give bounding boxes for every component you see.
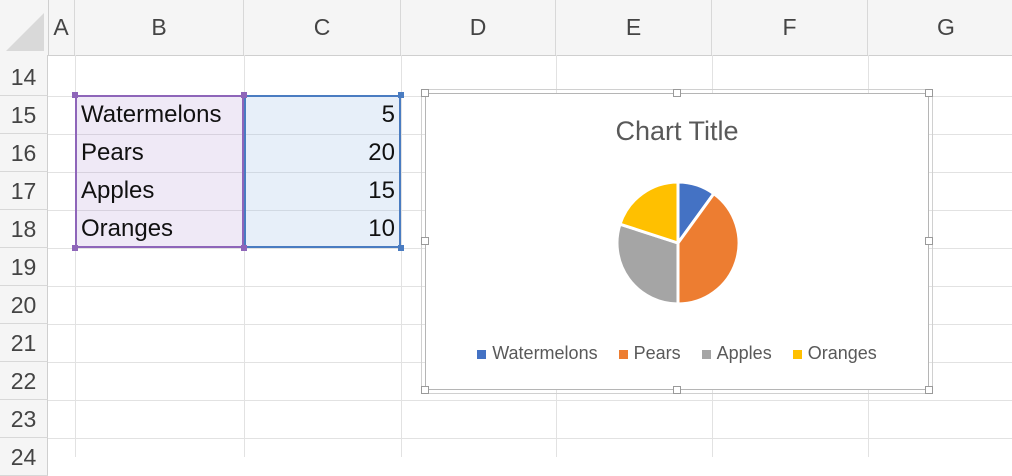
legend-swatch-pears	[618, 349, 628, 359]
chart-resize-handle[interactable]	[421, 237, 429, 245]
cell-c17[interactable]: 15	[244, 172, 401, 210]
row-header-20[interactable]: 20	[0, 286, 48, 324]
cell-c16[interactable]: 20	[244, 134, 401, 172]
row-header-19[interactable]: 19	[0, 248, 48, 286]
legend-item-pears: Pears	[618, 343, 681, 364]
chart-resize-handle[interactable]	[421, 386, 429, 394]
select-all-triangle-icon	[6, 13, 44, 51]
legend-item-oranges: Oranges	[792, 343, 877, 364]
cell-b17[interactable]: Apples	[75, 172, 244, 210]
row-header-24[interactable]: 24	[0, 438, 48, 476]
legend-swatch-apples	[701, 349, 711, 359]
chart-resize-handle[interactable]	[925, 237, 933, 245]
row-header-18[interactable]: 18	[0, 210, 48, 248]
chart-resize-handle[interactable]	[925, 386, 933, 394]
column-header-d[interactable]: D	[401, 0, 556, 55]
legend-swatch-oranges	[792, 349, 802, 359]
spreadsheet-grid[interactable]: A B C D E F G 14 15 16 17 18 19 20 21 22…	[0, 0, 1012, 476]
legend-label-apples: Apples	[716, 343, 772, 363]
pie-chart[interactable]: Chart Title Watermelons Pears Apples Ora…	[425, 93, 929, 390]
legend-label-oranges: Oranges	[807, 343, 877, 363]
column-header-a[interactable]: A	[48, 0, 75, 55]
cell-c18[interactable]: 10	[244, 210, 401, 248]
row-header-16[interactable]: 16	[0, 134, 48, 172]
column-header-f[interactable]: F	[712, 0, 868, 55]
legend-item-apples: Apples	[701, 343, 772, 364]
chart-resize-handle[interactable]	[421, 89, 429, 97]
chart-resize-handle[interactable]	[673, 386, 681, 394]
column-header-g[interactable]: G	[868, 0, 1012, 55]
row-header-21[interactable]: 21	[0, 324, 48, 362]
cell-b15[interactable]: Watermelons	[75, 96, 244, 134]
cell-c15[interactable]: 5	[244, 96, 401, 134]
legend-item-watermelons: Watermelons	[477, 343, 598, 364]
chart-legend[interactable]: Watermelons Pears Apples Oranges	[426, 343, 928, 364]
column-header-b[interactable]: B	[75, 0, 244, 55]
row-header-gap	[0, 55, 48, 58]
select-all-corner[interactable]	[0, 0, 49, 55]
legend-swatch-watermelons	[477, 349, 487, 359]
legend-label-pears: Pears	[633, 343, 681, 363]
row-header-17[interactable]: 17	[0, 172, 48, 210]
column-gridline	[401, 55, 402, 457]
row-header-14[interactable]: 14	[0, 58, 48, 96]
cell-b16[interactable]: Pears	[75, 134, 244, 172]
chart-resize-handle[interactable]	[925, 89, 933, 97]
column-header-e[interactable]: E	[556, 0, 712, 55]
chart-resize-handle[interactable]	[673, 89, 681, 97]
cell-b18[interactable]: Oranges	[75, 210, 244, 248]
row-header-15[interactable]: 15	[0, 96, 48, 134]
column-header-c[interactable]: C	[244, 0, 401, 55]
row-header-23[interactable]: 23	[0, 400, 48, 438]
legend-label-watermelons: Watermelons	[492, 343, 598, 363]
row-header-22[interactable]: 22	[0, 362, 48, 400]
